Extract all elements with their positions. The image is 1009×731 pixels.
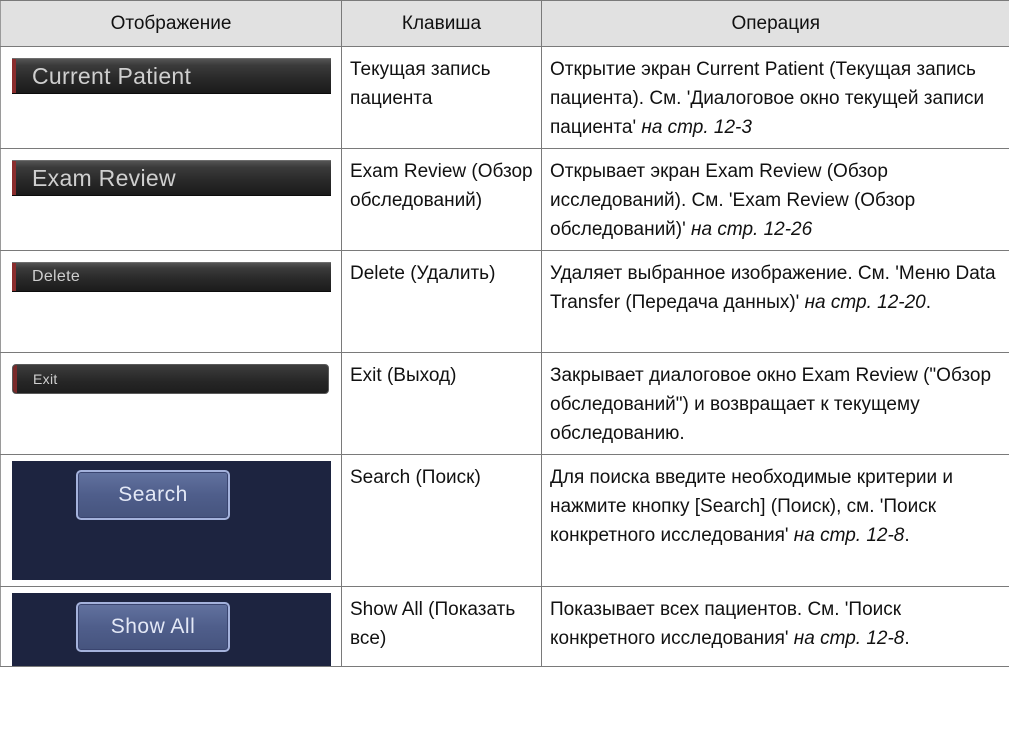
key-cell: Search (Поиск) (341, 454, 542, 587)
table-row: Current Patient Текущая запись пациента … (0, 46, 1009, 149)
table-row: Search Search (Поиск) Для поиска введите… (0, 454, 1009, 587)
operation-tail: . (904, 628, 910, 649)
operation-cell: Закрывает диалоговое окно Exam Review ("… (541, 352, 1009, 455)
key-cell: Exit (Выход) (341, 352, 542, 455)
header-key: Клавиша (341, 0, 542, 47)
page-reference: на стр. 12-20 (804, 292, 926, 313)
operation-cell: Открывает экран Exam Review (Обзор иссле… (541, 148, 1009, 251)
header-display: Отображение (0, 0, 342, 47)
operation-tail: . (904, 525, 910, 546)
operation-text: Открытие экран Current Patient (Текущая … (550, 59, 985, 138)
search-button[interactable]: Search (76, 470, 230, 520)
display-cell: Exam Review (0, 148, 342, 251)
operation-cell: Для поиска введите необходимые критерии … (541, 454, 1009, 587)
display-cell: Exit (0, 352, 342, 455)
table-row: Exit Exit (Выход) Закрывает диалоговое о… (0, 352, 1009, 455)
display-cell: Search (0, 454, 342, 587)
reference-table: Отображение Клавиша Операция Current Pat… (0, 0, 1009, 667)
search-button-frame: Search (12, 461, 331, 580)
delete-button[interactable]: Delete (12, 262, 331, 292)
header-row: Отображение Клавиша Операция (0, 0, 1009, 47)
current-patient-button[interactable]: Current Patient (12, 58, 331, 94)
table-row: Exam Review Exam Review (Обзор обследова… (0, 148, 1009, 251)
key-cell: Текущая запись пациента (341, 46, 542, 149)
page-reference: на стр. 12-8 (793, 628, 905, 649)
show-all-button[interactable]: Show All (76, 602, 230, 652)
display-cell: Delete (0, 250, 342, 353)
operation-tail: . (925, 292, 932, 313)
operation-cell: Показывает всех пациентов. См. 'Поиск ко… (541, 586, 1009, 667)
key-cell: Exam Review (Обзор обследований) (341, 148, 542, 251)
exit-button[interactable]: Exit (12, 364, 329, 394)
display-cell: Current Patient (0, 46, 342, 149)
operation-text: Закрывает диалоговое окно Exam Review ("… (550, 365, 992, 444)
display-cell: Show All (0, 586, 342, 667)
operation-cell: Удаляет выбранное изображение. См. 'Меню… (541, 250, 1009, 353)
operation-cell: Открытие экран Current Patient (Текущая … (541, 46, 1009, 149)
header-operation: Операция (541, 0, 1009, 47)
table-row: Delete Delete (Удалить) Удаляет выбранно… (0, 250, 1009, 353)
table-row: Show All Show All (Показать все) Показыв… (0, 586, 1009, 667)
page-reference: на стр. 12-8 (793, 525, 905, 546)
exam-review-button[interactable]: Exam Review (12, 160, 331, 196)
page-reference: на стр. 12-26 (691, 219, 813, 240)
show-all-button-frame: Show All (12, 593, 331, 666)
key-cell: Delete (Удалить) (341, 250, 542, 353)
key-cell: Show All (Показать все) (341, 586, 542, 667)
page-reference: на стр. 12-3 (641, 117, 752, 138)
